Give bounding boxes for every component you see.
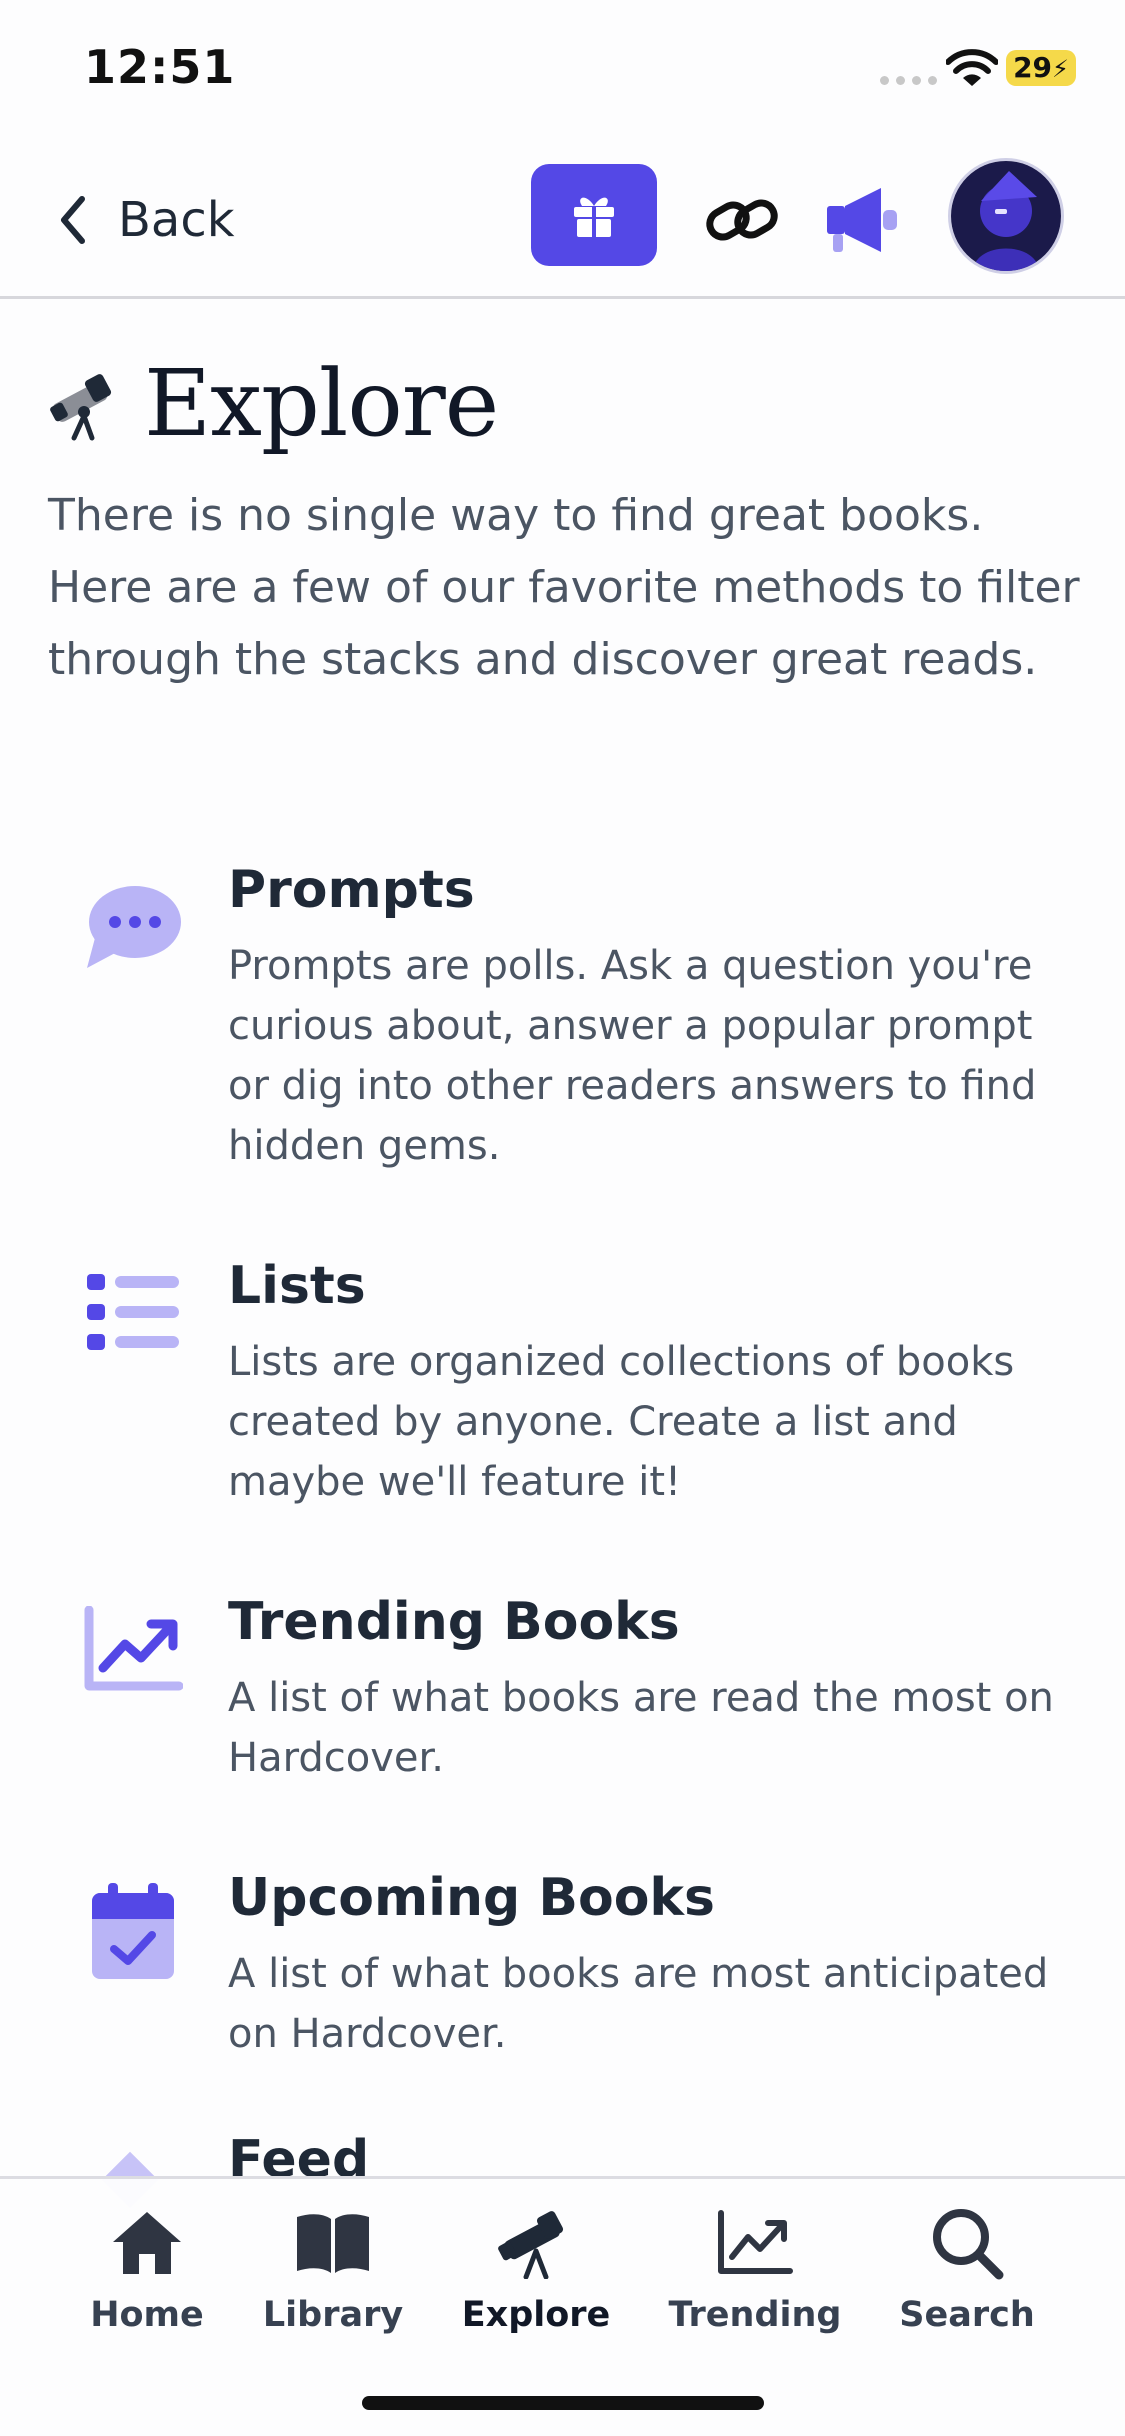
tab-home[interactable]: Home bbox=[62, 2201, 232, 2351]
tab-label: Home bbox=[90, 2295, 204, 2335]
feature-upcoming-books[interactable]: Upcoming Books A list of what books are … bbox=[0, 1858, 1125, 2088]
intro-text: There is no single way to find great boo… bbox=[48, 490, 1080, 685]
telescope-icon bbox=[50, 373, 112, 440]
avatar[interactable] bbox=[948, 158, 1064, 274]
battery-indicator: 29⚡ bbox=[1006, 50, 1076, 86]
status-time: 12:51 bbox=[84, 40, 236, 94]
status-bar: 12:51 29⚡ bbox=[0, 0, 1125, 140]
tab-trending[interactable]: Trending bbox=[668, 2201, 842, 2351]
tab-label: Library bbox=[262, 2295, 404, 2335]
charging-bolt-icon: ⚡ bbox=[1052, 55, 1069, 83]
feature-lists[interactable]: Lists Lists are organized collections of… bbox=[0, 1246, 1125, 1536]
chevron-left-icon bbox=[61, 196, 85, 244]
telescope-icon bbox=[494, 2201, 578, 2285]
battery-level: 29 bbox=[1013, 51, 1053, 84]
book-icon bbox=[291, 2201, 375, 2285]
page-title: Explore bbox=[144, 350, 499, 457]
cellular-signal-icon bbox=[880, 76, 937, 85]
tab-explore[interactable]: Explore bbox=[451, 2201, 621, 2351]
avatar-image bbox=[951, 161, 1061, 271]
tab-label: Search bbox=[899, 2295, 1035, 2335]
link-button[interactable] bbox=[700, 178, 784, 262]
feature-description: Lists are organized collections of books… bbox=[228, 1339, 1015, 1505]
feature-description: A list of what books are read the most o… bbox=[228, 1675, 1054, 1781]
feature-title: Lists bbox=[228, 1256, 366, 1316]
feature-description: A list of what books are most anticipate… bbox=[228, 1951, 1049, 2057]
home-indicator bbox=[362, 2396, 764, 2410]
search-icon bbox=[925, 2201, 1009, 2285]
announcements-button[interactable] bbox=[822, 176, 902, 262]
feature-trending-books[interactable]: Trending Books A list of what books are … bbox=[0, 1582, 1125, 1812]
trending-chart-icon bbox=[713, 2201, 797, 2285]
feature-description: Prompts are polls. Ask a question you're… bbox=[228, 943, 1037, 1169]
feature-prompts[interactable]: Prompts Prompts are polls. Ask a questio… bbox=[0, 850, 1125, 1180]
feature-title: Prompts bbox=[228, 860, 475, 920]
chat-bubble-icon bbox=[80, 874, 186, 980]
tab-label: Trending bbox=[668, 2295, 842, 2335]
home-icon bbox=[105, 2201, 189, 2285]
back-button[interactable]: Back bbox=[58, 180, 235, 260]
tab-library[interactable]: Library bbox=[248, 2201, 418, 2351]
feature-title: Upcoming Books bbox=[228, 1868, 715, 1928]
list-icon bbox=[80, 1260, 186, 1366]
wifi-icon bbox=[946, 49, 998, 86]
tab-label: Explore bbox=[461, 2295, 611, 2335]
trending-chart-icon bbox=[80, 1598, 186, 1704]
back-label: Back bbox=[118, 192, 235, 248]
navigation-bar: Back bbox=[0, 150, 1125, 299]
tab-search[interactable]: Search bbox=[882, 2201, 1052, 2351]
calendar-check-icon bbox=[80, 1880, 186, 1986]
megaphone-icon bbox=[827, 188, 897, 252]
gift-button[interactable] bbox=[531, 164, 657, 266]
feature-title: Trending Books bbox=[228, 1592, 680, 1652]
link-icon bbox=[706, 199, 778, 241]
page-header: Explore bbox=[46, 350, 499, 457]
gift-icon bbox=[574, 197, 614, 237]
explore-screen: 12:51 29⚡ Back Explore There is no singl… bbox=[0, 0, 1125, 2436]
